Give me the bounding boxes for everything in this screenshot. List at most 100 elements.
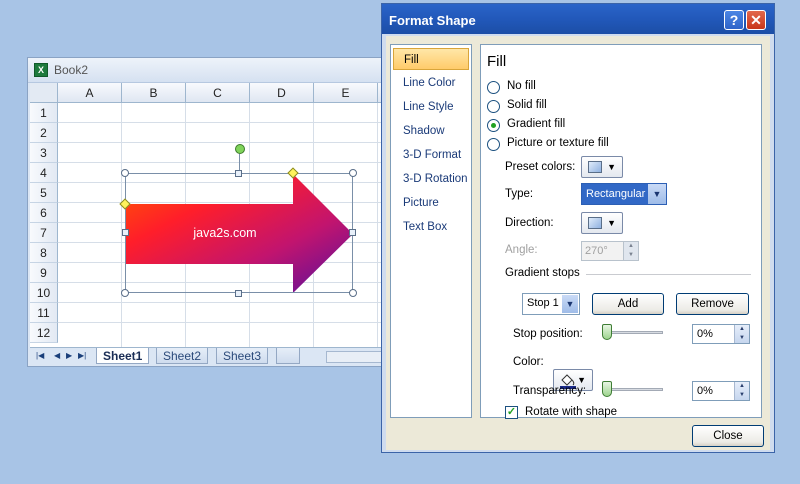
row-header-8[interactable]: 8 xyxy=(30,243,58,263)
radio-picture-fill[interactable] xyxy=(487,138,500,151)
nav-item-line-style[interactable]: Line Style xyxy=(393,96,469,118)
row-header-7[interactable]: 7 xyxy=(30,223,58,243)
color-label: Color: xyxy=(513,356,544,368)
label-no-fill[interactable]: No fill xyxy=(507,80,536,92)
row-header-10[interactable]: 10 xyxy=(30,283,58,303)
row-header-6[interactable]: 6 xyxy=(30,203,58,223)
excel-window: X Book2 A B C D E 1 2 3 4 5 6 7 8 9 10 1… xyxy=(27,57,388,367)
resize-handle-bottom-left[interactable] xyxy=(121,289,129,297)
grid-line xyxy=(58,162,386,163)
add-stop-button[interactable]: Add xyxy=(592,293,664,315)
grid-line xyxy=(377,103,378,347)
resize-handle-top-left[interactable] xyxy=(121,169,129,177)
label-gradient-fill[interactable]: Gradient fill xyxy=(507,118,565,130)
horizontal-scrollbar[interactable] xyxy=(326,351,386,363)
nav-item-text-box[interactable]: Text Box xyxy=(393,216,469,238)
sheet-tab-2[interactable]: Sheet2 xyxy=(156,348,209,364)
gradient-stops-label: Gradient stops xyxy=(505,267,580,279)
row-header-9[interactable]: 9 xyxy=(30,263,58,283)
dropdown-arrow-icon: ▼ xyxy=(562,295,578,313)
nav-item-3d-format[interactable]: 3-D Format xyxy=(393,144,469,166)
nav-item-line-color[interactable]: Line Color xyxy=(393,72,469,94)
column-header-a[interactable]: A xyxy=(58,83,122,103)
column-header-b[interactable]: B xyxy=(122,83,186,103)
preset-colors-dropdown[interactable]: ▼ xyxy=(581,156,623,178)
transparency-slider[interactable] xyxy=(602,381,612,397)
dialog-title: Format Shape xyxy=(389,13,476,28)
radio-gradient-fill[interactable] xyxy=(487,119,500,132)
check-icon[interactable]: ✓ xyxy=(505,406,518,419)
row-header-1[interactable]: 1 xyxy=(30,103,58,123)
fill-pane: Fill No fill Solid fill Gradient fill Pi… xyxy=(480,44,762,419)
select-all-corner[interactable] xyxy=(30,83,58,103)
stop-position-spinner[interactable]: ▲ ▼ xyxy=(734,325,749,343)
column-header-c[interactable]: C xyxy=(186,83,250,103)
type-value: Rectangular xyxy=(582,184,648,204)
stop-select[interactable]: Stop 1 ▼ xyxy=(522,293,580,315)
dialog-title-bar[interactable]: Format Shape ? ✕ xyxy=(382,4,774,34)
worksheet-grid[interactable]: A B C D E 1 2 3 4 5 6 7 8 9 10 11 12 jav… xyxy=(30,83,386,347)
row-header-5[interactable]: 5 xyxy=(30,183,58,203)
nav-item-3d-rotation[interactable]: 3-D Rotation xyxy=(393,168,469,190)
stop-position-slider[interactable] xyxy=(602,324,612,340)
first-sheet-icon[interactable]: |◀ xyxy=(36,351,44,360)
nav-item-picture[interactable]: Picture xyxy=(393,192,469,214)
column-header-e[interactable]: E xyxy=(314,83,378,103)
row-header-4[interactable]: 4 xyxy=(30,163,58,183)
prev-sheet-icon[interactable]: ◀ xyxy=(54,351,60,360)
category-list: Fill Line Color Line Style Shadow 3-D Fo… xyxy=(390,44,472,418)
preset-swatch xyxy=(588,161,602,173)
resize-handle-bottom-right[interactable] xyxy=(349,289,357,297)
radio-no-fill[interactable] xyxy=(487,81,500,94)
transparency-input[interactable]: 0% ▲ ▼ xyxy=(692,381,750,401)
stop-position-label: Stop position: xyxy=(513,328,583,340)
next-sheet-icon[interactable]: ▶ xyxy=(66,351,72,360)
resize-handle-right[interactable] xyxy=(349,229,356,236)
rotation-handle[interactable] xyxy=(235,144,245,154)
label-picture-fill[interactable]: Picture or texture fill xyxy=(507,137,609,149)
direction-dropdown[interactable]: ▼ xyxy=(581,212,623,234)
radio-solid-fill[interactable] xyxy=(487,100,500,113)
grid-line xyxy=(58,322,386,323)
resize-handle-bottom[interactable] xyxy=(235,290,242,297)
sheet-tab-1[interactable]: Sheet1 xyxy=(96,348,150,364)
angle-spinner: ▲ ▼ xyxy=(623,242,638,260)
divider xyxy=(586,274,751,275)
dialog-body: Fill Line Color Line Style Shadow 3-D Fo… xyxy=(386,36,770,450)
workbook-title-bar[interactable]: X Book2 xyxy=(28,58,388,83)
stop-value: Stop 1 xyxy=(527,297,559,309)
close-button[interactable]: Close xyxy=(692,425,764,447)
grid-line xyxy=(58,122,386,123)
row-header-3[interactable]: 3 xyxy=(30,143,58,163)
angle-value: 270° xyxy=(585,245,608,257)
type-select[interactable]: Rectangular ▼ xyxy=(581,183,667,205)
row-header-11[interactable]: 11 xyxy=(30,303,58,323)
transparency-spinner[interactable]: ▲ ▼ xyxy=(734,382,749,400)
sheet-tab-3[interactable]: Sheet3 xyxy=(216,348,269,364)
stop-position-track[interactable] xyxy=(603,331,663,334)
stop-position-input[interactable]: 0% ▲ ▼ xyxy=(692,324,750,344)
transparency-track[interactable] xyxy=(603,388,663,391)
resize-handle-left[interactable] xyxy=(122,229,129,236)
shape-text: java2s.com xyxy=(193,226,257,240)
resize-handle-top-right[interactable] xyxy=(349,169,357,177)
grid-line xyxy=(58,142,386,143)
label-solid-fill[interactable]: Solid fill xyxy=(507,99,547,111)
row-header-12[interactable]: 12 xyxy=(30,323,58,343)
rotate-with-shape-label[interactable]: Rotate with shape xyxy=(525,406,617,418)
help-icon[interactable]: ? xyxy=(724,10,744,30)
dropdown-arrow-icon: ▼ xyxy=(648,184,666,204)
sheet-tabs-bar: |◀ ◀ ▶ ▶| Sheet1 Sheet2 Sheet3 xyxy=(30,347,386,366)
workbook-title: Book2 xyxy=(54,63,89,77)
column-header-d[interactable]: D xyxy=(250,83,314,103)
remove-stop-button[interactable]: Remove xyxy=(676,293,749,315)
resize-handle-top[interactable] xyxy=(235,170,242,177)
last-sheet-icon[interactable]: ▶| xyxy=(78,351,86,360)
nav-item-fill[interactable]: Fill xyxy=(393,48,469,70)
dropdown-arrow-icon: ▼ xyxy=(607,218,616,228)
format-shape-dialog: Format Shape ? ✕ Fill Line Color Line St… xyxy=(381,3,775,453)
insert-sheet-icon[interactable] xyxy=(276,348,300,364)
close-icon[interactable]: ✕ xyxy=(746,10,766,30)
nav-item-shadow[interactable]: Shadow xyxy=(393,120,469,142)
row-header-2[interactable]: 2 xyxy=(30,123,58,143)
